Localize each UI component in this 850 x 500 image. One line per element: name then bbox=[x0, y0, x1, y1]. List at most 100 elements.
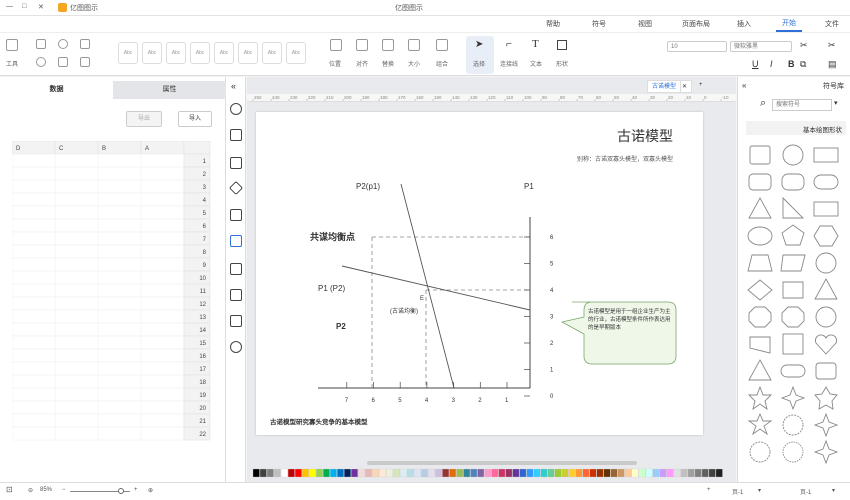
row-header[interactable] bbox=[183, 387, 211, 402]
palette-swatch[interactable] bbox=[358, 468, 365, 478]
gallery-shape[interactable] bbox=[781, 224, 805, 246]
row-header[interactable] bbox=[183, 179, 211, 194]
gallery-shape[interactable] bbox=[748, 359, 772, 381]
search-dropdown-icon[interactable]: ▾ bbox=[834, 99, 838, 107]
palette-swatch[interactable] bbox=[519, 468, 527, 478]
align-objects-icon[interactable] bbox=[356, 39, 368, 51]
gallery-shape[interactable] bbox=[813, 439, 839, 465]
symbol-search-input[interactable] bbox=[772, 99, 832, 111]
grid-icon[interactable] bbox=[230, 129, 242, 141]
palette-swatch[interactable] bbox=[715, 468, 723, 478]
row-header[interactable] bbox=[183, 374, 211, 389]
connector-tool-button[interactable]: ⌐ 连接线 bbox=[498, 36, 524, 74]
row-header[interactable] bbox=[183, 153, 211, 168]
palette-swatch[interactable] bbox=[701, 468, 709, 478]
style-preview-8[interactable]: Abc bbox=[286, 42, 306, 64]
gallery-shape[interactable] bbox=[781, 306, 805, 328]
drawing-page[interactable]: 65432101234567 古诺模型 别称：古诺双寡头模型，双寡头模型 P2(… bbox=[256, 112, 703, 435]
style-preview-3[interactable]: Abc bbox=[166, 42, 186, 64]
row-header[interactable] bbox=[183, 244, 211, 259]
palette-swatch[interactable] bbox=[589, 468, 597, 478]
page-icon[interactable] bbox=[230, 209, 242, 221]
menu-file[interactable]: 文件 bbox=[825, 19, 839, 29]
palette-swatch[interactable] bbox=[631, 468, 639, 478]
fill-bucket-icon[interactable] bbox=[230, 103, 242, 115]
gallery-shape[interactable] bbox=[813, 225, 839, 247]
row-header[interactable] bbox=[183, 192, 211, 207]
palette-swatch[interactable] bbox=[582, 468, 590, 478]
row-header[interactable] bbox=[183, 309, 211, 324]
palette-swatch[interactable] bbox=[287, 468, 295, 478]
gallery-shape[interactable] bbox=[782, 441, 804, 463]
paste-icon[interactable]: ▤ bbox=[828, 59, 837, 70]
horizontal-scrollbar[interactable] bbox=[367, 461, 637, 465]
zoom-plus-icon[interactable]: + bbox=[134, 487, 138, 493]
current-page[interactable]: 页-1 bbox=[800, 487, 811, 496]
expand-icon[interactable] bbox=[230, 341, 242, 353]
status-menu-icon[interactable]: ▾ bbox=[832, 487, 835, 494]
palette-swatch[interactable] bbox=[400, 468, 407, 478]
row-header[interactable] bbox=[183, 426, 211, 441]
presentation-icon[interactable] bbox=[230, 289, 242, 301]
row-header[interactable] bbox=[183, 322, 211, 337]
row-header[interactable] bbox=[183, 413, 211, 428]
category-header[interactable]: 基本绘图形状 bbox=[746, 121, 846, 135]
import-button[interactable]: 导入 bbox=[178, 111, 212, 127]
zoom-level[interactable]: 85% bbox=[40, 487, 52, 493]
palette-swatch[interactable] bbox=[379, 468, 386, 478]
palette-swatch[interactable] bbox=[351, 468, 358, 478]
palette-swatch[interactable] bbox=[596, 468, 604, 478]
chart-icon[interactable] bbox=[230, 235, 242, 247]
palette-swatch[interactable] bbox=[470, 468, 478, 478]
palette-swatch[interactable] bbox=[666, 468, 674, 478]
palette-swatch[interactable] bbox=[456, 468, 464, 478]
group-icon[interactable] bbox=[436, 39, 448, 51]
gallery-shape[interactable] bbox=[782, 196, 805, 219]
shape-gallery[interactable] bbox=[746, 143, 846, 478]
page-dropdown-icon[interactable]: ▾ bbox=[758, 487, 761, 494]
gallery-shape[interactable] bbox=[747, 385, 773, 411]
gallery-shape[interactable] bbox=[813, 174, 839, 190]
palette-swatch[interactable] bbox=[540, 468, 548, 478]
gallery-shape[interactable] bbox=[782, 414, 804, 436]
palette-swatch[interactable] bbox=[561, 468, 569, 478]
style-preview-6[interactable]: Abc bbox=[238, 42, 258, 64]
expand-right-icon[interactable]: « bbox=[742, 81, 746, 90]
row-header[interactable] bbox=[183, 166, 211, 181]
palette-swatch[interactable] bbox=[512, 468, 520, 478]
row-header[interactable] bbox=[183, 283, 211, 298]
image-icon[interactable] bbox=[230, 157, 242, 169]
page-tab[interactable]: 页-1 bbox=[732, 487, 743, 496]
palette-swatch[interactable] bbox=[421, 468, 429, 478]
palette-swatch[interactable] bbox=[449, 468, 457, 478]
fit-page-icon[interactable]: ⊡ bbox=[6, 485, 13, 494]
palette-swatch[interactable] bbox=[407, 468, 414, 478]
row-header[interactable] bbox=[183, 231, 211, 246]
gallery-shape[interactable] bbox=[813, 201, 839, 217]
style-preview-2[interactable]: Abc bbox=[142, 42, 162, 64]
style-preview-5[interactable]: Abc bbox=[214, 42, 234, 64]
align-icon[interactable] bbox=[36, 39, 46, 49]
palette-swatch[interactable] bbox=[624, 468, 632, 478]
gallery-shape[interactable] bbox=[749, 441, 771, 463]
underline-icon[interactable]: U bbox=[752, 59, 759, 69]
row-header[interactable] bbox=[183, 257, 211, 272]
palette-swatch[interactable] bbox=[337, 468, 344, 478]
gallery-shape[interactable] bbox=[747, 226, 773, 246]
format-painter-icon[interactable]: ✂ bbox=[800, 40, 808, 51]
palette-swatch[interactable] bbox=[393, 468, 400, 478]
search-icon[interactable]: ⌕ bbox=[760, 97, 766, 110]
menu-help[interactable]: 帮助 bbox=[546, 19, 560, 29]
line-color-icon[interactable] bbox=[80, 39, 90, 49]
zoom-slider-handle[interactable] bbox=[118, 488, 124, 494]
palette-swatch[interactable] bbox=[568, 468, 576, 478]
palette-swatch[interactable] bbox=[673, 468, 681, 478]
palette-swatch[interactable] bbox=[505, 468, 513, 478]
palette-swatch[interactable] bbox=[365, 468, 372, 478]
palette-swatch[interactable] bbox=[442, 468, 450, 478]
font-family-select[interactable]: 微软雅黑 bbox=[730, 41, 792, 52]
cut-icon[interactable]: ✂ bbox=[828, 40, 836, 51]
palette-swatch[interactable] bbox=[435, 468, 443, 478]
menu-home[interactable]: 开始 bbox=[776, 17, 802, 32]
gallery-shape[interactable] bbox=[780, 254, 806, 272]
